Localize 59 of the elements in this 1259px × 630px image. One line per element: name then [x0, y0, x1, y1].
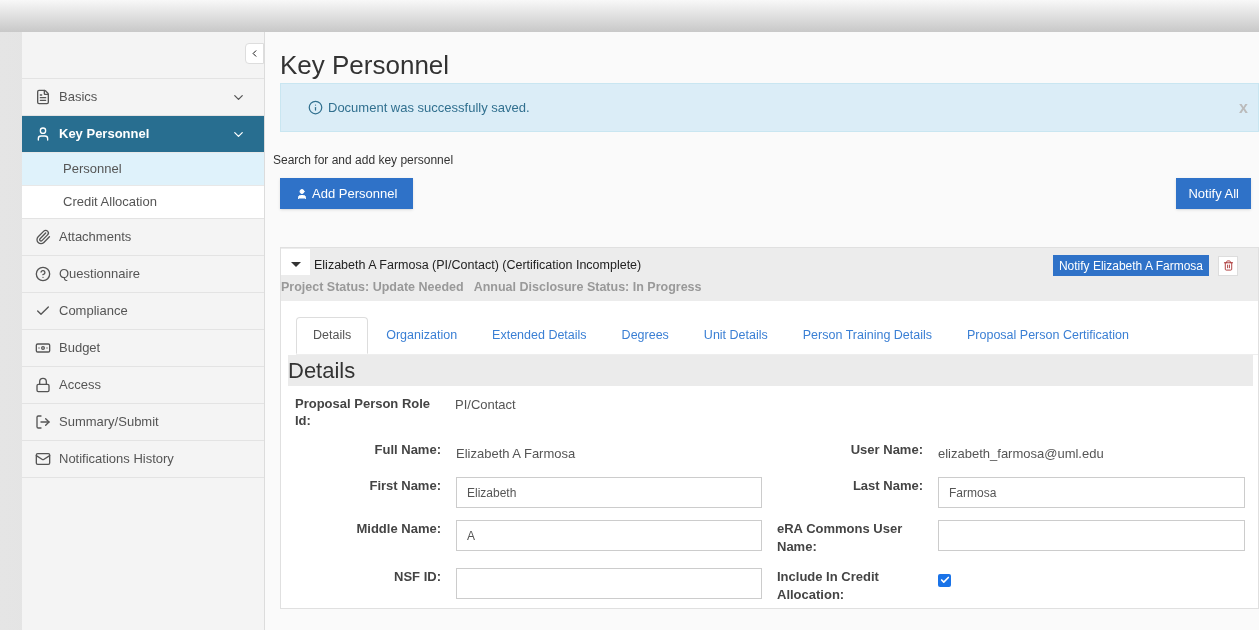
caret-icon[interactable]	[290, 261, 301, 267]
sidebar-item[interactable]: Compliance	[22, 292, 264, 329]
banknote-icon	[35, 340, 51, 356]
document-icon	[35, 89, 51, 105]
sidebar-item[interactable]: Notifications History	[22, 440, 264, 477]
info-icon	[308, 100, 323, 115]
field-label: Last Name:	[852, 477, 923, 495]
project-status: Project Status: Update Needed	[281, 279, 464, 296]
field-label: NSF ID:	[394, 568, 441, 586]
input-field[interactable]: Farmosa	[938, 477, 1245, 508]
checkmark-icon	[939, 575, 950, 585]
field-value: PI/Contact	[455, 396, 516, 414]
tab[interactable]: Unit Details	[686, 317, 785, 354]
input-field[interactable]	[938, 520, 1245, 551]
sidebar-item[interactable]: Attachments	[22, 218, 264, 255]
notify-person-button[interactable]: Notify Elizabeth A Farmosa	[1052, 255, 1209, 276]
user-icon	[296, 187, 308, 200]
delete-button[interactable]	[1218, 255, 1238, 276]
add-personnel-button[interactable]: Add Personnel	[280, 178, 414, 209]
notify-all-button[interactable]: Notify All	[1176, 178, 1251, 209]
sidebar-item[interactable]: Key Personnel	[22, 115, 264, 152]
field-label: eRA Commons User Name:	[777, 520, 904, 556]
alert-message: Document was successfully saved.	[328, 98, 531, 117]
tab[interactable]: Degrees	[604, 317, 686, 354]
field-value: elizabeth_farmosa@uml.edu	[938, 446, 1104, 461]
field-label: Proposal Person Role Id:	[295, 395, 432, 429]
checkbox[interactable]	[938, 573, 951, 587]
field-label: Include In Credit Allocation:	[777, 568, 880, 604]
field-label: User Name:	[850, 441, 923, 459]
tab[interactable]: Person Training Details	[785, 317, 949, 354]
tab[interactable]: Extended Details	[475, 317, 604, 354]
lock-icon	[35, 377, 51, 393]
field-label: Full Name:	[374, 441, 441, 459]
sidebar-subitem[interactable]: Credit Allocation	[22, 185, 264, 218]
search-hint: Search for and add key personnel	[273, 152, 454, 169]
tab[interactable]: Organization	[369, 317, 475, 354]
field-label: First Name:	[369, 477, 441, 495]
section-title: Details	[288, 357, 356, 385]
disclosure-status: Annual Disclosure Status: In Progress	[473, 279, 702, 296]
tab[interactable]: Proposal Person Certification	[950, 317, 1146, 354]
page-title: Key Personnel	[280, 50, 450, 80]
input-field[interactable]: Elizabeth	[456, 477, 762, 508]
paperclip-icon	[35, 229, 51, 245]
exit-icon	[35, 414, 51, 430]
input-field[interactable]	[456, 568, 762, 599]
field-value: Elizabeth A Farmosa	[456, 446, 576, 461]
sidebar-subitem[interactable]: Personnel	[22, 152, 264, 185]
person-name: Elizabeth A Farmosa (PI/Contact) (Certification Incomplete)	[314, 257, 643, 275]
sidebar-item[interactable]: Questionnaire	[22, 255, 264, 292]
tab[interactable]: Details	[296, 317, 369, 354]
input-field[interactable]: A	[456, 520, 762, 551]
envelope-icon	[35, 451, 51, 467]
sidebar-item[interactable]: Access	[22, 366, 264, 403]
field-label: Middle Name:	[356, 520, 441, 538]
sidebar-item[interactable]: Summary/Submit	[22, 403, 264, 440]
sidebar-item[interactable]: Budget	[22, 329, 264, 366]
question-icon	[35, 266, 51, 282]
user-icon	[35, 126, 51, 142]
trash-icon	[1222, 260, 1234, 271]
